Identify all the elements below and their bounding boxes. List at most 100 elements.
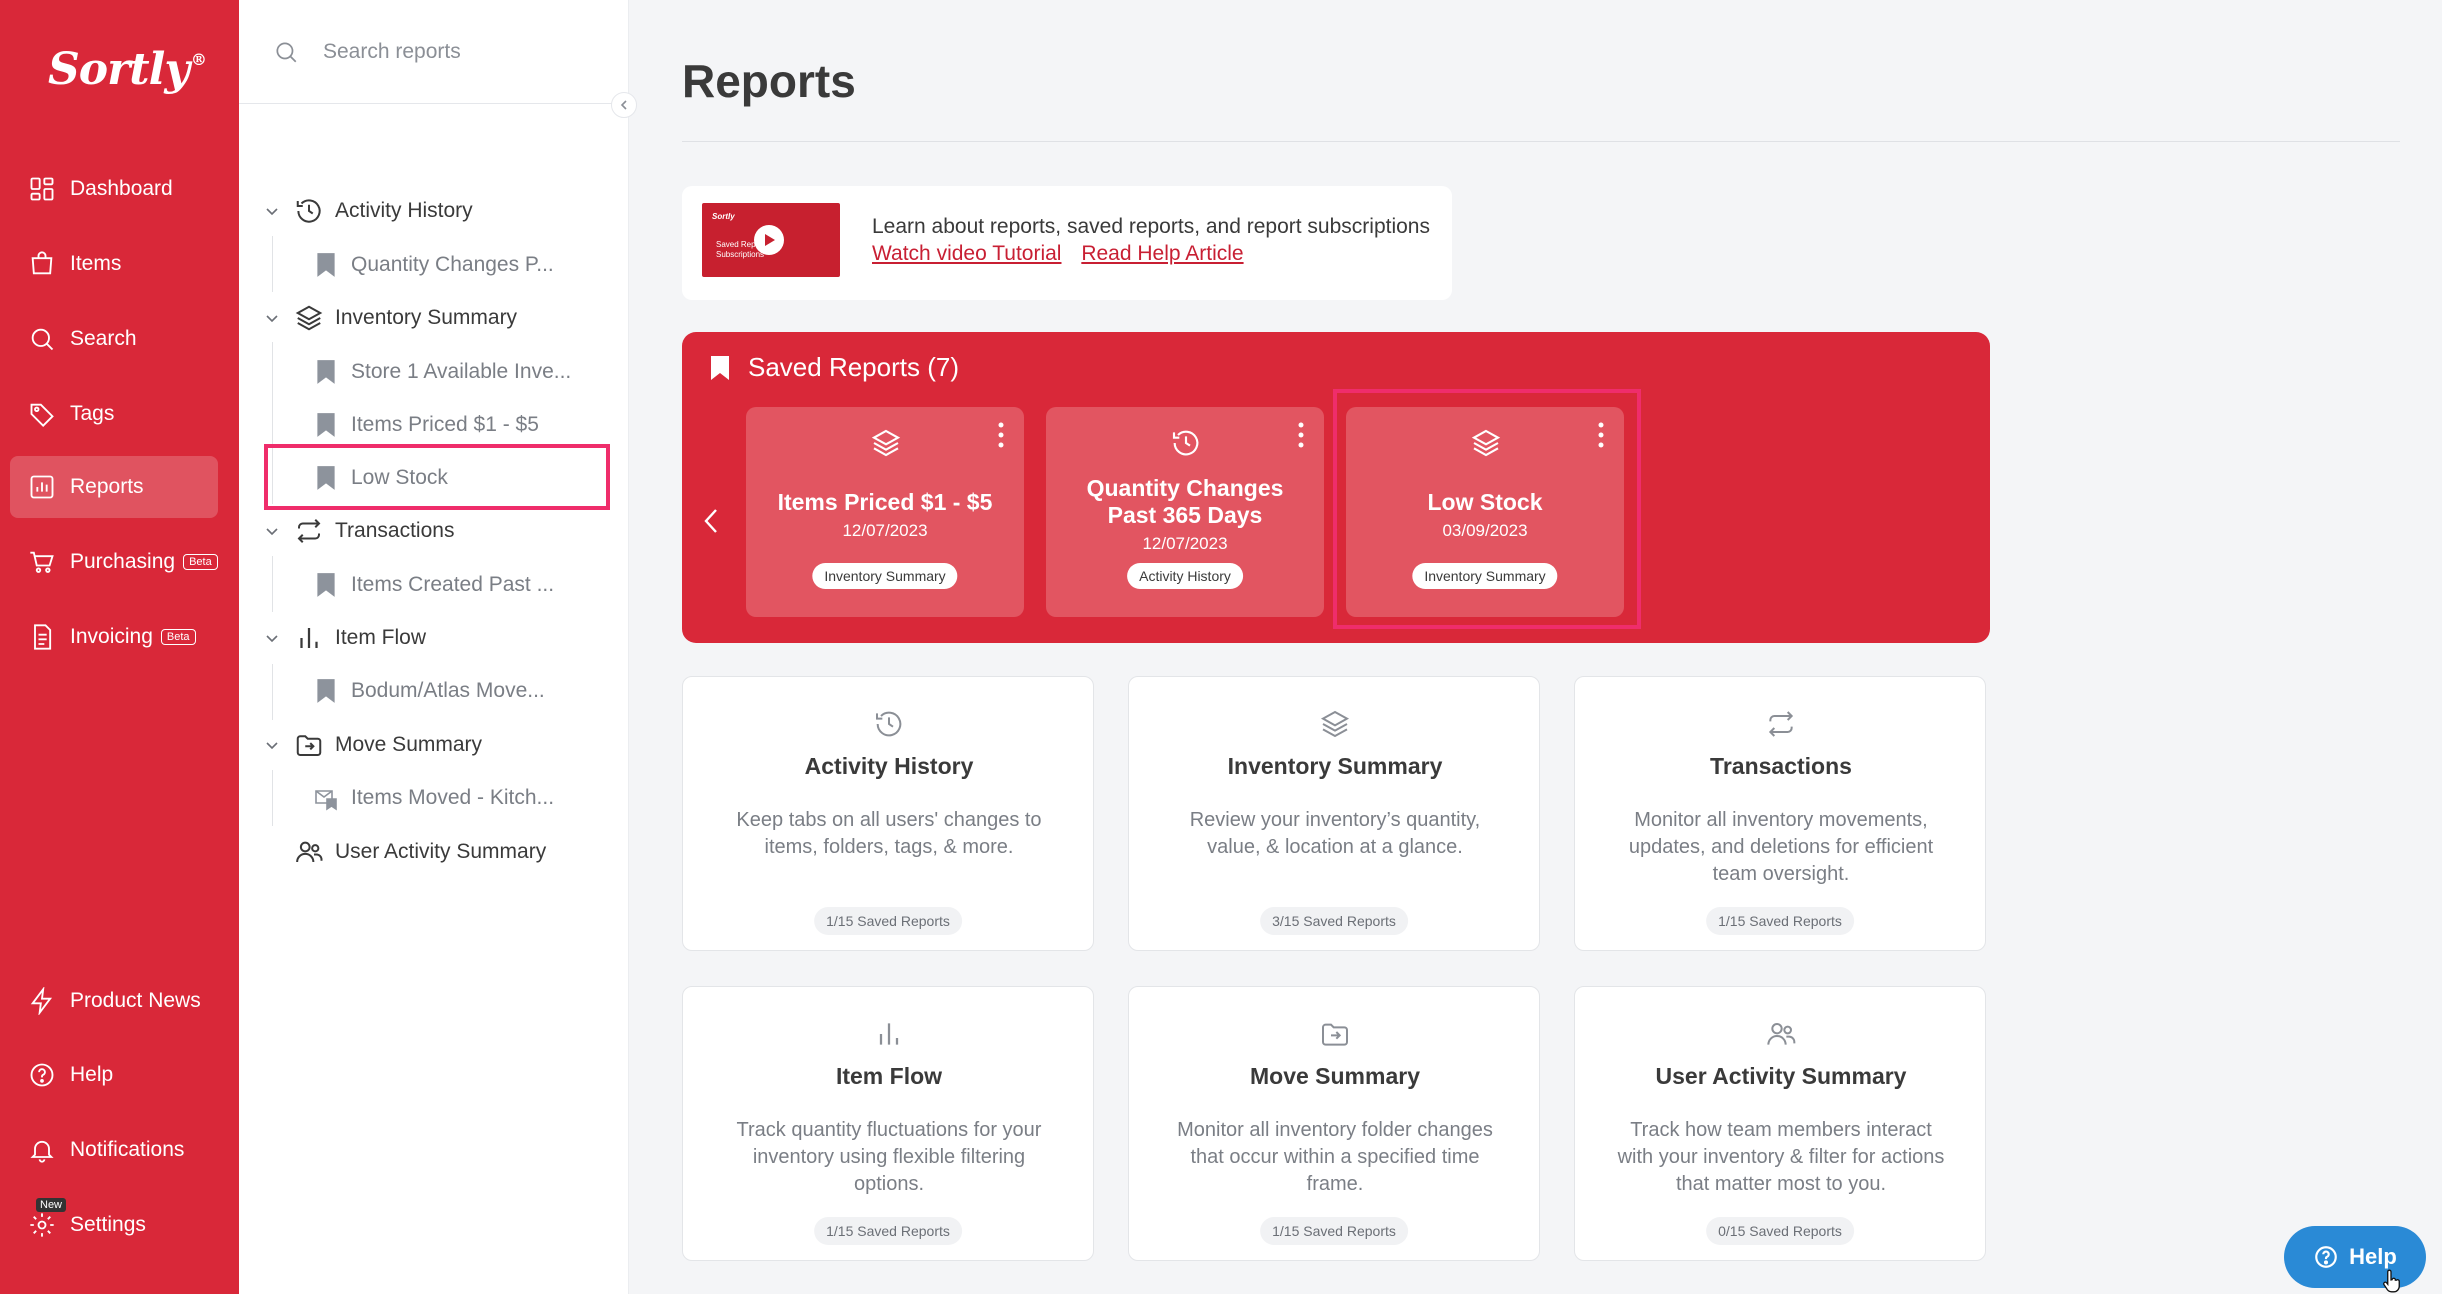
- nav-item-invoicing[interactable]: Invoicing Beta: [10, 606, 218, 668]
- bar-chart-icon: [300, 628, 318, 648]
- tree-category-label: Inventory Summary: [335, 306, 518, 329]
- tree-category-user-activity-summary[interactable]: User Activity Summary: [239, 826, 629, 878]
- nav-item-purchasing[interactable]: Purchasing Beta: [10, 531, 218, 593]
- tree-item-saved-report[interactable]: Bodum/Atlas Move...: [239, 665, 629, 717]
- search-icon: [276, 41, 297, 62]
- saved-report-name: Quantity Changes Past 365 Days: [1086, 475, 1284, 528]
- cart-icon: [30, 551, 54, 573]
- report-type-card-item-flow[interactable]: Item Flow Track quantity fluctuations fo…: [682, 986, 1094, 1261]
- nav-item-tags[interactable]: Tags: [10, 383, 218, 445]
- nav-item-notifications[interactable]: Notifications: [10, 1119, 218, 1181]
- tag-icon: [30, 403, 54, 427]
- saved-reports-title: Saved Reports (7): [748, 352, 959, 382]
- saved-count-badge: 1/15 Saved Reports: [814, 907, 962, 935]
- report-type-description: Monitor all inventory movements, updates…: [1628, 809, 1934, 885]
- tree-category-move-summary[interactable]: Move Summary: [239, 719, 629, 771]
- users-icon: [1767, 1023, 1796, 1045]
- saved-count-badge: 1/15 Saved Reports: [1260, 1217, 1408, 1245]
- nav-label: Reports: [70, 475, 144, 498]
- nav-item-search[interactable]: Search: [10, 308, 218, 370]
- nav-item-reports[interactable]: Reports: [10, 456, 218, 518]
- saved-report-card[interactable]: Items Priced $1 - $5 12/07/2023 Inventor…: [746, 407, 1024, 617]
- bookmark-icon: [317, 573, 335, 597]
- report-type-name: Move Summary: [1249, 1063, 1420, 1089]
- report-type-card-inventory-summary[interactable]: Inventory Summary Review your inventory’…: [1128, 676, 1540, 951]
- divider: [682, 141, 2400, 142]
- sortly-logo[interactable]: Sortly ®: [48, 44, 207, 95]
- tree-item-label: Items Moved - Kitch...: [351, 786, 555, 809]
- history-icon: [1172, 430, 1199, 456]
- items-icon: [31, 251, 53, 275]
- chevron-down-icon: [266, 208, 278, 216]
- nav-item-product-news[interactable]: Product News: [10, 970, 218, 1032]
- tree-item-label: Store 1 Available Inve...: [351, 360, 572, 383]
- move-icon: [1322, 1023, 1348, 1046]
- report-type-card-transactions[interactable]: Transactions Monitor all inventory movem…: [1574, 676, 1986, 951]
- collapse-panel-button[interactable]: [611, 92, 637, 118]
- chevron-down-icon: [266, 528, 278, 536]
- tree-item-saved-report[interactable]: Store 1 Available Inve...: [239, 346, 629, 398]
- report-type-card-move-summary[interactable]: Move Summary Monitor all inventory folde…: [1128, 986, 1540, 1261]
- nav-label: Notifications: [70, 1138, 185, 1161]
- report-type-card-user-activity-summary[interactable]: User Activity Summary Track how team mem…: [1574, 986, 1986, 1261]
- layers-icon: [295, 305, 323, 331]
- tree-category-transactions[interactable]: Transactions: [239, 505, 629, 557]
- watch-video-link[interactable]: Watch video Tutorial: [872, 242, 1061, 265]
- help-icon: [2315, 1246, 2337, 1268]
- tutorial-text: Learn about reports, saved reports, and …: [872, 215, 1430, 238]
- more-options-icon[interactable]: [996, 421, 1006, 449]
- tree-category-label: User Activity Summary: [335, 840, 547, 863]
- layers-icon: [1320, 710, 1350, 738]
- nav-label: Settings: [70, 1213, 146, 1236]
- nav-item-settings[interactable]: New Settings: [10, 1194, 218, 1256]
- tree-category-inventory-summary[interactable]: Inventory Summary: [239, 292, 629, 344]
- nav-item-help[interactable]: Help: [10, 1044, 218, 1106]
- nav-label: Purchasing: [70, 550, 176, 573]
- new-badge: New: [36, 1198, 67, 1212]
- invoice-icon: [34, 624, 52, 650]
- report-type-description: Review your inventory’s quantity, value,…: [1189, 809, 1481, 858]
- video-thumbnail[interactable]: Sortly Saved Reports Subscriptions: [702, 203, 840, 277]
- bell-icon: [30, 1140, 54, 1163]
- nav-label: Items: [70, 252, 122, 275]
- tree-category-label: Move Summary: [335, 733, 483, 756]
- carousel-prev-button[interactable]: [700, 506, 722, 536]
- nav-label: Help: [70, 1063, 114, 1086]
- dashboard-icon: [30, 177, 54, 201]
- report-type-card-activity-history[interactable]: Activity History Keep tabs on all users'…: [682, 676, 1094, 951]
- saved-count-badge: 1/15 Saved Reports: [1706, 907, 1854, 935]
- search-reports-input[interactable]: [323, 39, 603, 64]
- bookmark-icon: [317, 253, 335, 277]
- search-icon: [31, 328, 54, 351]
- tree-category-item-flow[interactable]: Item Flow: [239, 612, 629, 664]
- more-options-icon[interactable]: [1296, 421, 1306, 449]
- read-help-article-link[interactable]: Read Help Article: [1081, 242, 1243, 265]
- tree-item-saved-report[interactable]: Items Created Past ...: [239, 559, 629, 611]
- chevron-down-icon: [266, 635, 278, 643]
- report-type-description: Monitor all inventory folder changes tha…: [1177, 1119, 1493, 1195]
- tree-item-saved-report[interactable]: Quantity Changes P...: [239, 239, 629, 291]
- tree-category-activity-history[interactable]: Activity History: [239, 185, 629, 237]
- saved-report-card[interactable]: Quantity Changes Past 365 Days 12/07/202…: [1046, 407, 1324, 617]
- report-type-name: Inventory Summary: [1227, 753, 1443, 779]
- bookmark-icon: [317, 360, 335, 384]
- saved-report-name: Items Priced $1 - $5: [777, 489, 993, 515]
- tree-item-label: Quantity Changes P...: [351, 253, 554, 276]
- help-button[interactable]: Help: [2284, 1226, 2426, 1288]
- help-button-label: Help: [2349, 1244, 2397, 1269]
- tree-item-label: Bodum/Atlas Move...: [351, 679, 545, 702]
- bookmark-icon: [317, 413, 335, 437]
- report-type-name: Item Flow: [835, 1063, 943, 1089]
- highlight-box: [264, 444, 610, 510]
- report-type-name: Activity History: [804, 753, 974, 779]
- subscribed-report-icon: [315, 790, 337, 811]
- tree-item-saved-report-subscribed[interactable]: Items Moved - Kitch...: [239, 772, 629, 824]
- nav-item-items[interactable]: Items: [10, 233, 218, 295]
- report-type-tag: Activity History: [1127, 563, 1243, 589]
- nav-item-dashboard[interactable]: Dashboard: [10, 158, 218, 220]
- transfer-icon: [297, 519, 321, 543]
- tree-category-label: Activity History: [335, 199, 473, 222]
- nav-label: Tags: [70, 402, 115, 425]
- thumbnail-logo: Sortly: [712, 212, 735, 221]
- beta-badge: Beta: [160, 629, 196, 645]
